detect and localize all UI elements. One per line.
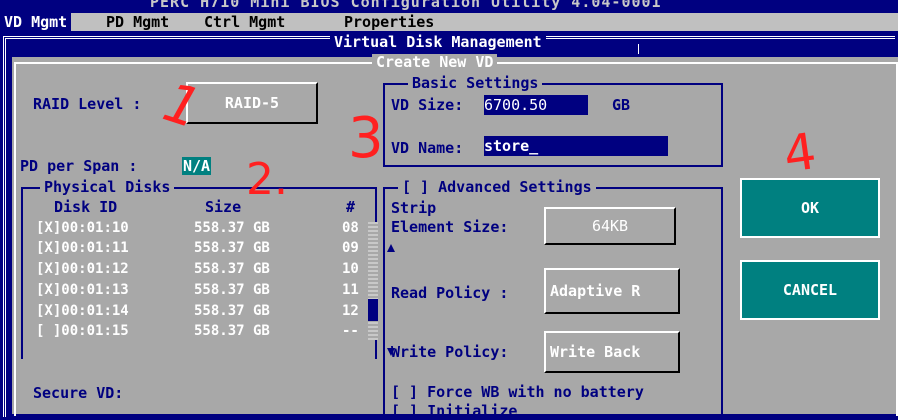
disk-num: -- (342, 323, 359, 339)
write-policy-label: Write Policy: (391, 343, 509, 361)
disk-id: 00:01:12 (61, 261, 129, 277)
disk-row[interactable]: [X]00:01:10 (36, 220, 129, 236)
vd-size-label: VD Size: (391, 96, 464, 114)
disk-size: 558.37 GB (194, 261, 270, 277)
disk-check[interactable]: [X] (36, 240, 61, 256)
force-wb-checkbox[interactable]: [ ] Force WB with no battery (391, 383, 644, 401)
disk-id: 00:01:10 (61, 220, 129, 236)
vd-name-input[interactable]: store_ (484, 136, 668, 156)
col-num: # (346, 198, 356, 216)
dialog-title: Create New VD (372, 54, 498, 70)
tab-pd-mgmt[interactable]: PD Mgmt (102, 13, 173, 31)
vd-name-label: VD Name: (391, 139, 464, 157)
scroll-up-arrow-icon[interactable] (368, 222, 396, 252)
ok-button[interactable]: OK (740, 178, 880, 238)
window-title: PERC H710 Mini BIOS Configuration Utilit… (150, 0, 662, 11)
pd-per-span-label: PD per Span : (20, 157, 138, 175)
col-size: Size (205, 198, 242, 216)
disk-id: 00:01:14 (61, 303, 129, 319)
strip-size-select[interactable]: 64KB (544, 207, 676, 245)
col-disk-id: Disk ID (54, 198, 118, 216)
panel-tick (638, 44, 639, 54)
disk-size: 558.37 GB (194, 240, 270, 256)
raid-level-label: RAID Level : (33, 95, 142, 113)
disk-size: 558.37 GB (194, 323, 270, 339)
scroll-down-arrow-icon[interactable] (368, 326, 396, 356)
vd-size-input[interactable]: 6700.50 (484, 95, 588, 115)
strip-label: Strip (391, 199, 437, 217)
disk-num: 11 (342, 282, 359, 298)
disk-num: 12 (342, 303, 359, 319)
initialize-checkbox[interactable]: [ ] Initialize (391, 402, 517, 420)
disk-check[interactable]: [X] (36, 220, 61, 236)
disk-check[interactable]: [ ] (36, 323, 61, 339)
pd-per-span-value[interactable]: N/A (182, 157, 212, 175)
disk-check[interactable]: [X] (36, 261, 61, 277)
secure-vd-label: Secure VD: (33, 384, 124, 402)
cancel-button[interactable]: CANCEL (740, 260, 880, 320)
scrollbar-thumb[interactable] (368, 299, 378, 321)
annotation-2: 2. (246, 154, 288, 205)
read-policy-select[interactable]: Adaptive R (544, 268, 680, 314)
disk-num: 09 (342, 240, 359, 256)
disk-num: 10 (342, 261, 359, 277)
disk-check[interactable]: [X] (36, 282, 61, 298)
disk-size: 558.37 GB (194, 220, 270, 236)
physical-disks-title: Physical Disks (40, 178, 175, 196)
vd-size-unit: GB (612, 96, 631, 114)
disk-id: 00:01:15 (61, 323, 129, 339)
disk-row[interactable]: [X]00:01:12 (36, 261, 129, 277)
annotation-3: 3 (348, 106, 384, 171)
advanced-settings-toggle[interactable]: [ ] Advanced Settings (398, 178, 596, 196)
disk-num: 08 (342, 220, 359, 236)
tab-vd-mgmt[interactable]: VD Mgmt (0, 13, 72, 31)
tab-bar: VD Mgmt PD Mgmt Ctrl Mgmt Properties (0, 13, 898, 31)
disk-row[interactable]: [X]00:01:11 (36, 240, 129, 256)
tab-properties[interactable]: Properties (340, 13, 438, 31)
disk-id: 00:01:11 (61, 240, 129, 256)
disk-size: 558.37 GB (194, 303, 270, 319)
element-size-label: Element Size: (391, 218, 509, 236)
title-bar: PERC H710 Mini BIOS Configuration Utilit… (0, 0, 898, 13)
basic-settings-title: Basic Settings (408, 74, 543, 92)
disk-row[interactable]: [X]00:01:13 (36, 282, 129, 298)
tab-ctrl-mgmt[interactable]: Ctrl Mgmt (200, 13, 289, 31)
read-policy-label: Read Policy : (391, 284, 509, 302)
disk-id: 00:01:13 (61, 282, 129, 298)
panel-title: Virtual Disk Management (330, 33, 546, 51)
disk-row[interactable]: [X]00:01:14 (36, 303, 129, 319)
write-policy-select[interactable]: Write Back (544, 331, 680, 373)
disk-size: 558.37 GB (194, 282, 270, 298)
disk-row[interactable]: [ ]00:01:15 (36, 323, 129, 339)
disk-check[interactable]: [X] (36, 303, 61, 319)
